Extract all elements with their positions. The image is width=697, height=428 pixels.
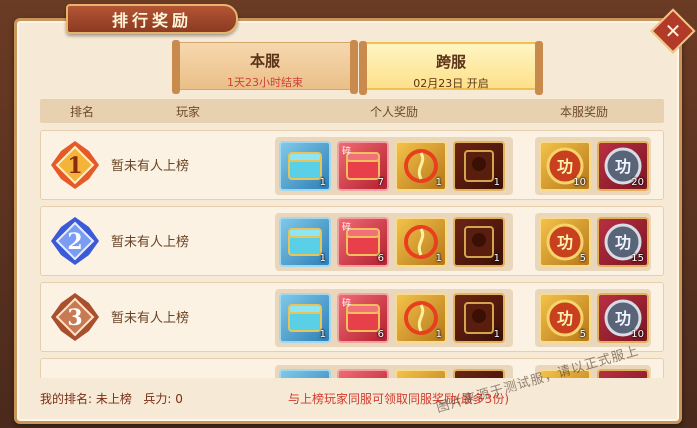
rank-number: 1: [67, 153, 82, 179]
item-count: 1: [435, 253, 442, 264]
server-rewards: [535, 365, 651, 378]
player-name: 暂未有人上榜: [111, 235, 190, 250]
svg-text:功: 功: [615, 157, 631, 176]
reward-item[interactable]: 1: [395, 141, 447, 191]
personal-rewards: 1 碎 6 1 1: [275, 213, 513, 271]
rank-number: 3: [67, 305, 82, 331]
reward-item[interactable]: [279, 369, 331, 378]
rank-row: 2 暂未有人上榜 1 碎 6 1 1 功 5 功 15: [40, 206, 664, 276]
reward-item[interactable]: 1: [453, 293, 505, 343]
my-rank-value: 未上榜: [95, 392, 132, 406]
rank-badge-silver-icon: 2: [51, 217, 99, 265]
power-label: 兵力:: [143, 392, 172, 406]
header-player: 玩家: [176, 105, 201, 119]
tab-local-server-label: 本服: [249, 52, 280, 70]
header-personal-reward: 个人奖励: [370, 105, 419, 119]
item-count: 1: [493, 329, 500, 340]
tab-cross-server-date: 02月23日 开启: [413, 77, 489, 90]
game-screen: 排行奖励 ✕ 本服 1天23小时结束 跨服 02月23日 开启 排名 玩家 个人…: [0, 0, 697, 428]
item-count: 5: [579, 329, 586, 340]
reward-item[interactable]: 功 10: [597, 293, 649, 343]
svg-text:功: 功: [557, 233, 573, 252]
item-count: 6: [377, 253, 384, 264]
table-header: 排名 玩家 个人奖励 本服奖励: [40, 99, 664, 123]
power-value: 0: [175, 392, 183, 406]
tab-cross-server-label: 跨服: [435, 53, 466, 71]
my-rank-info: 我的排名: 未上榜 兵力: 0: [40, 390, 183, 407]
reward-item[interactable]: 碎 6: [337, 293, 389, 343]
reward-item[interactable]: 碎 7: [337, 141, 389, 191]
ranking-list[interactable]: 1 暂未有人上榜 1 碎 7 1 1 功 10 功 20 2 暂未有人上榜 1 …: [40, 130, 664, 378]
svg-text:碎: 碎: [342, 221, 351, 233]
close-icon: ✕: [664, 19, 682, 43]
reward-notice: 与上榜玩家同服可领取同服奖励(最多3份): [288, 392, 509, 406]
server-rewards: 功 10 功 20: [535, 137, 651, 195]
rank-badge-bronze-icon: 3: [51, 293, 99, 341]
reward-item[interactable]: 功 15: [597, 217, 649, 267]
item-count: 7: [377, 177, 384, 188]
item-count: 1: [319, 253, 326, 264]
rank-number: 2: [67, 229, 82, 255]
item-count: 1: [319, 177, 326, 188]
player-name: 暂未有人上榜: [111, 159, 190, 174]
item-count: 5: [579, 253, 586, 264]
reward-item[interactable]: 功 5: [539, 217, 591, 267]
item-count: 6: [377, 329, 384, 340]
reward-item[interactable]: 1: [395, 293, 447, 343]
server-rewards: 功 5 功 15: [535, 213, 651, 271]
reward-item[interactable]: 1: [279, 141, 331, 191]
item-count: 15: [631, 253, 644, 264]
reward-item[interactable]: 1: [279, 293, 331, 343]
item-count: 1: [493, 253, 500, 264]
reward-item[interactable]: 功 10: [539, 141, 591, 191]
reward-item[interactable]: 1: [453, 217, 505, 267]
svg-text:碎: 碎: [342, 297, 351, 309]
svg-text:功: 功: [557, 157, 573, 176]
personal-rewards: 1 碎 7 1 1: [275, 137, 513, 195]
reward-item[interactable]: [453, 369, 505, 378]
reward-item[interactable]: 1: [279, 217, 331, 267]
svg-text:功: 功: [557, 309, 573, 328]
reward-item[interactable]: 1: [453, 141, 505, 191]
server-rewards: 功 5 功 10: [535, 289, 651, 347]
reward-item[interactable]: [597, 369, 649, 378]
tab-cross-server[interactable]: 跨服 02月23日 开启: [359, 41, 543, 95]
svg-text:碎: 碎: [342, 145, 351, 157]
rank-badge-gold-icon: 1: [51, 141, 99, 189]
reward-item[interactable]: [337, 369, 389, 378]
personal-rewards: [275, 365, 513, 378]
panel-title: 排行奖励: [66, 4, 238, 34]
reward-item[interactable]: 功 5: [539, 293, 591, 343]
item-count: 1: [435, 177, 442, 188]
header-rank: 排名: [70, 105, 95, 119]
item-count: 10: [573, 177, 586, 188]
rank-row: 3 暂未有人上榜 1 碎 6 1 1 功 5 功 10: [40, 282, 664, 352]
svg-text:功: 功: [615, 233, 631, 252]
reward-item[interactable]: 1: [395, 217, 447, 267]
svg-text:功: 功: [615, 309, 631, 328]
rank-row: 1 暂未有人上榜 1 碎 7 1 1 功 10 功 20: [40, 130, 664, 200]
header-server-reward: 本服奖励: [560, 105, 609, 119]
personal-rewards: 1 碎 6 1 1: [275, 289, 513, 347]
reward-item[interactable]: [539, 369, 591, 378]
reward-item[interactable]: [395, 369, 447, 378]
tab-local-server-timer: 1天23小时结束: [227, 76, 303, 89]
item-count: 1: [435, 329, 442, 340]
reward-item[interactable]: 功 20: [597, 141, 649, 191]
rank-row: [40, 358, 664, 378]
player-name: 暂未有人上榜: [111, 311, 190, 326]
my-rank-label: 我的排名:: [40, 392, 93, 406]
tab-local-server[interactable]: 本服 1天23小时结束: [172, 40, 358, 94]
footer-bar: 我的排名: 未上榜 兵力: 0 与上榜玩家同服可领取同服奖励(最多3份): [40, 386, 664, 410]
item-count: 1: [319, 329, 326, 340]
item-count: 20: [631, 177, 644, 188]
item-count: 1: [493, 177, 500, 188]
reward-item[interactable]: 碎 6: [337, 217, 389, 267]
item-count: 10: [631, 329, 644, 340]
